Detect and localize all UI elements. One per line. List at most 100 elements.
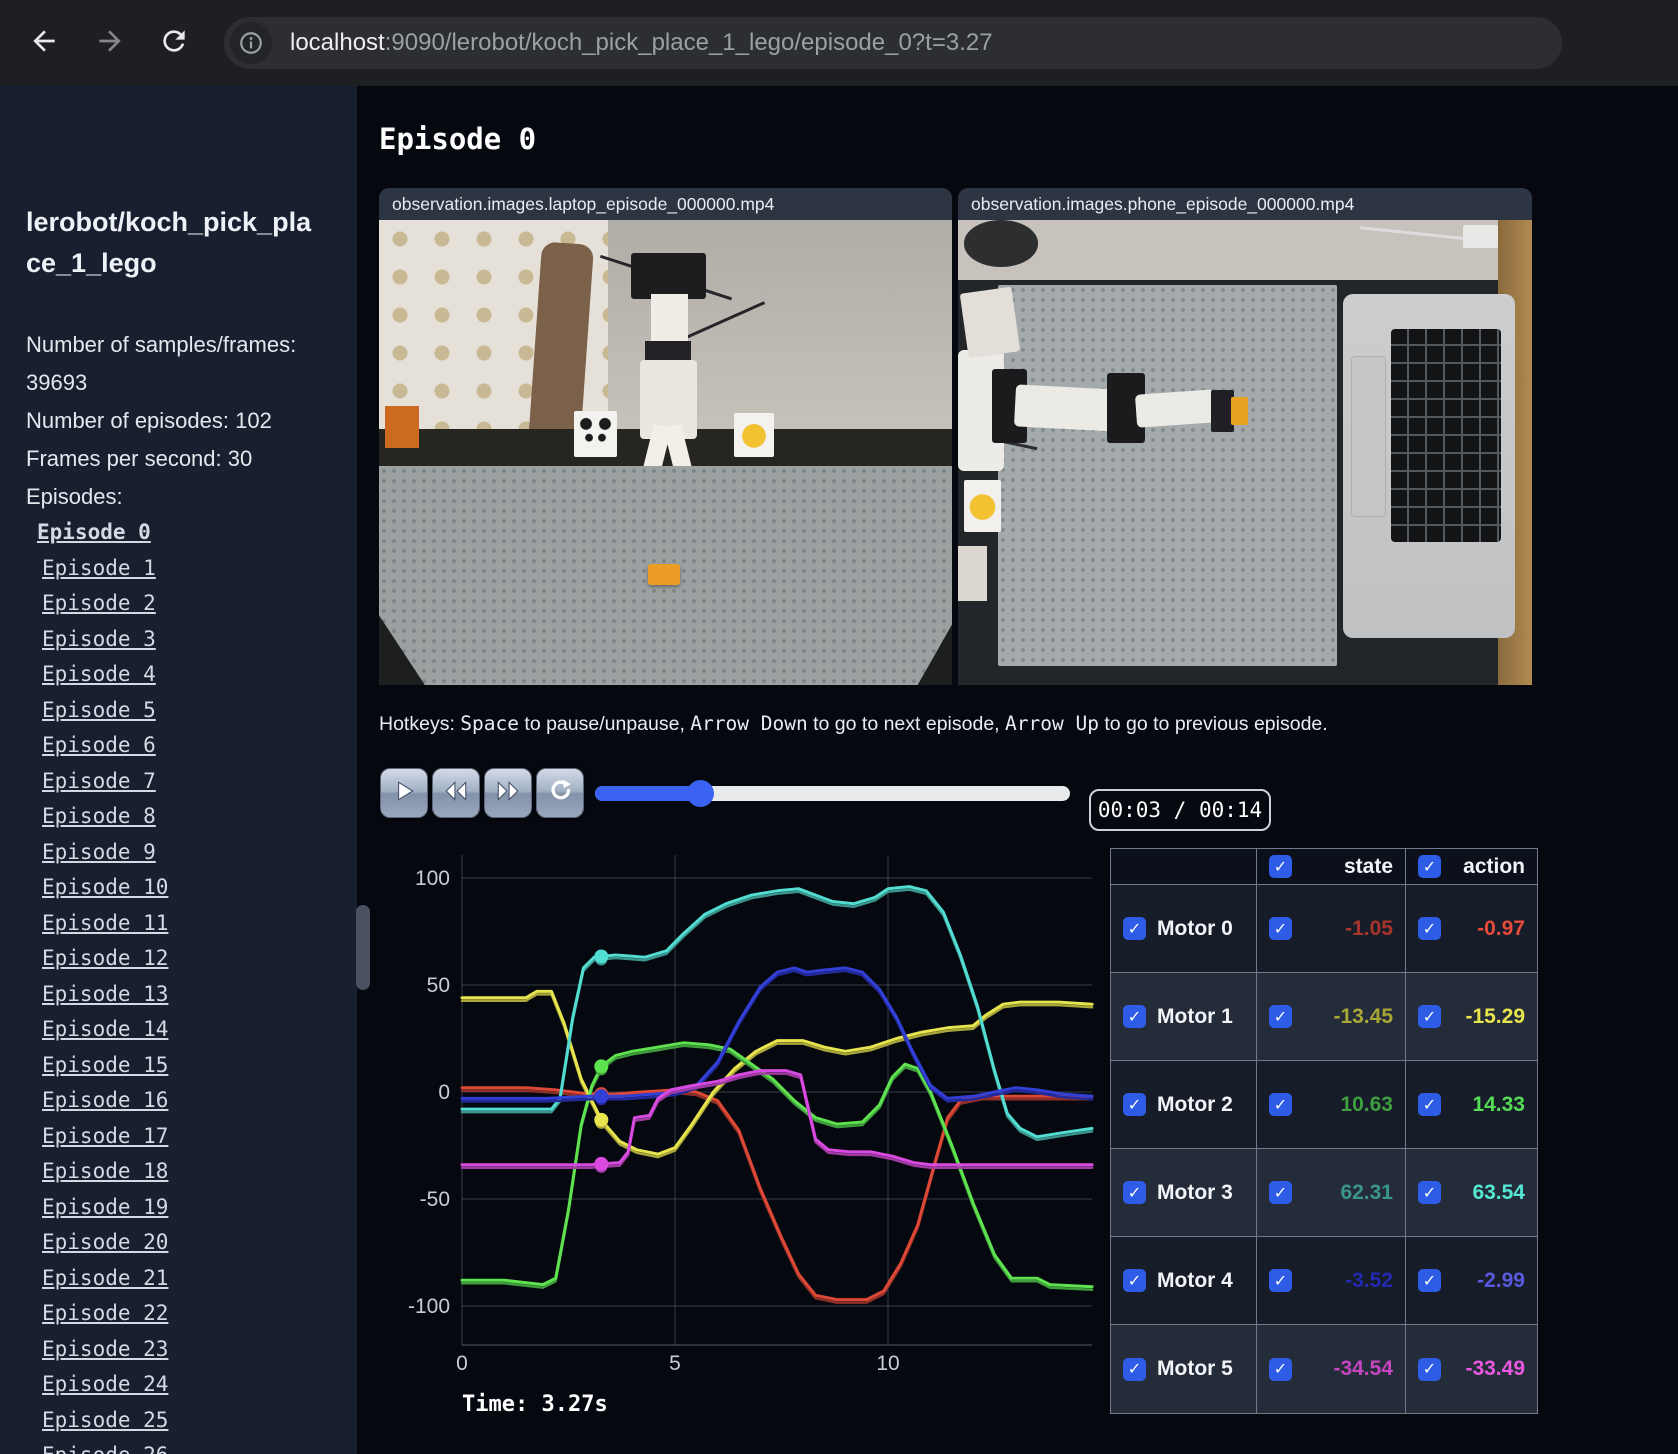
- scene-charger: [1463, 224, 1498, 248]
- state-column-label: state: [1343, 854, 1393, 878]
- motor-1-state-checkbox[interactable]: ✓: [1269, 1005, 1292, 1028]
- forward-button[interactable]: [92, 25, 128, 61]
- slider-thumb[interactable]: [686, 780, 714, 807]
- motor-action-value: -15.29: [1465, 1004, 1525, 1028]
- seek-slider[interactable]: [595, 780, 1070, 807]
- scene-white-box: [959, 286, 1020, 359]
- action-column-checkbox[interactable]: ✓: [1418, 855, 1441, 878]
- play-button[interactable]: [380, 768, 428, 818]
- episode-link-14[interactable]: Episode 14: [42, 1012, 342, 1048]
- rewind-button[interactable]: [432, 768, 480, 818]
- hotkey-text: to pause/unpause,: [518, 713, 691, 735]
- fast-forward-button[interactable]: [484, 768, 532, 818]
- episode-link-24[interactable]: Episode 24: [42, 1367, 342, 1403]
- back-button[interactable]: [26, 25, 62, 61]
- video-player-laptop[interactable]: [379, 220, 952, 685]
- motor-5-action-checkbox[interactable]: ✓: [1418, 1357, 1441, 1381]
- svg-text:10: 10: [876, 1352, 899, 1375]
- motor-5-state-checkbox[interactable]: ✓: [1269, 1357, 1292, 1381]
- time-display: 00:03 / 00:14: [1089, 789, 1271, 831]
- motor-5-checkbox[interactable]: ✓: [1123, 1357, 1146, 1381]
- motor-label: Motor 0: [1157, 916, 1233, 940]
- episode-link-1[interactable]: Episode 1: [42, 551, 342, 587]
- episode-link-10[interactable]: Episode 10: [42, 870, 342, 906]
- episode-link-9[interactable]: Episode 9: [42, 835, 342, 871]
- header-empty-cell: [1111, 849, 1257, 885]
- scene-laptop: [1342, 294, 1515, 639]
- motor-label: Motor 5: [1157, 1357, 1233, 1380]
- motor-state-value: -1.05: [1345, 916, 1393, 940]
- motor-2-checkbox[interactable]: ✓: [1123, 1093, 1146, 1116]
- episode-link-17[interactable]: Episode 17: [42, 1119, 342, 1155]
- episode-link-3[interactable]: Episode 3: [42, 622, 342, 658]
- motor-action-cell: ✓ 14.33: [1406, 1061, 1537, 1149]
- episode-link-23[interactable]: Episode 23: [42, 1332, 342, 1368]
- state-column-checkbox[interactable]: ✓: [1269, 855, 1292, 878]
- motor-3-state-checkbox[interactable]: ✓: [1269, 1181, 1292, 1204]
- motor-label: Motor 4: [1157, 1268, 1233, 1292]
- hotkey-text: Hotkeys:: [379, 713, 461, 735]
- motor-label-cell: ✓ Motor 0: [1111, 885, 1257, 973]
- fast-forward-icon: [495, 778, 521, 809]
- episode-link-25[interactable]: Episode 25: [42, 1403, 342, 1439]
- motor-3-action-checkbox[interactable]: ✓: [1418, 1181, 1441, 1204]
- episode-link-16[interactable]: Episode 16: [42, 1083, 342, 1119]
- loop-icon: [547, 778, 573, 809]
- loop-button[interactable]: [536, 768, 584, 818]
- scene-panda-card: [573, 410, 617, 458]
- episode-link-7[interactable]: Episode 7: [42, 764, 342, 800]
- motor-4-checkbox[interactable]: ✓: [1123, 1269, 1146, 1292]
- motor-2-state-checkbox[interactable]: ✓: [1269, 1093, 1292, 1116]
- motor-1-checkbox[interactable]: ✓: [1123, 1005, 1146, 1028]
- scene-gripper-tip: [1230, 396, 1248, 425]
- table-header-row: ✓ state ✓ action: [1111, 849, 1537, 885]
- episode-link-8[interactable]: Episode 8: [42, 799, 342, 835]
- episode-link-21[interactable]: Episode 21: [42, 1261, 342, 1297]
- motor-2-action-checkbox[interactable]: ✓: [1418, 1093, 1441, 1116]
- scene-lego-baseplate: [998, 285, 1337, 667]
- info-icon[interactable]: [230, 22, 272, 64]
- video-card-phone: observation.images.phone_episode_000000.…: [958, 188, 1532, 685]
- url-text: localhost:9090/lerobot/koch_pick_place_1…: [290, 17, 993, 69]
- episode-link-6[interactable]: Episode 6: [42, 728, 342, 764]
- motor-state-cell: ✓ 10.63: [1257, 1061, 1406, 1149]
- episode-link-4[interactable]: Episode 4: [42, 657, 342, 693]
- video-title-laptop: observation.images.laptop_episode_000000…: [379, 188, 952, 220]
- reload-icon: [158, 25, 190, 62]
- episode-link-20[interactable]: Episode 20: [42, 1225, 342, 1261]
- motor-4-state-checkbox[interactable]: ✓: [1269, 1269, 1292, 1292]
- motor-row-5: ✓ Motor 5 ✓ -34.54 ✓ -33.49: [1111, 1325, 1537, 1413]
- url-bar[interactable]: localhost:9090/lerobot/koch_pick_place_1…: [224, 17, 1562, 69]
- episode-link-13[interactable]: Episode 13: [42, 977, 342, 1013]
- scene-wall: [958, 220, 1532, 281]
- page-title: Episode 0: [379, 122, 537, 156]
- episode-link-0[interactable]: Episode 0: [37, 515, 342, 551]
- sidebar: lerobot/koch_pick_place_1_lego Number of…: [0, 86, 357, 1454]
- motor-label: Motor 2: [1157, 1092, 1233, 1116]
- episode-link-22[interactable]: Episode 22: [42, 1296, 342, 1332]
- scrollbar-thumb[interactable]: [356, 905, 370, 990]
- motor-1-action-checkbox[interactable]: ✓: [1418, 1005, 1441, 1028]
- motor-0-state-checkbox[interactable]: ✓: [1269, 917, 1292, 940]
- episodes-label: Episodes:: [26, 484, 123, 509]
- motor-label: Motor 1: [1157, 1004, 1233, 1028]
- motor-0-action-checkbox[interactable]: ✓: [1418, 917, 1441, 940]
- reload-button[interactable]: [156, 25, 192, 61]
- episode-link-11[interactable]: Episode 11: [42, 906, 342, 942]
- video-player-phone[interactable]: [958, 220, 1532, 685]
- motor-0-checkbox[interactable]: ✓: [1123, 917, 1146, 940]
- episode-link-26[interactable]: Episode 26: [42, 1438, 342, 1454]
- hotkey-key: Arrow Up: [1005, 712, 1099, 735]
- motor-state-value: -3.52: [1345, 1268, 1393, 1292]
- episode-link-12[interactable]: Episode 12: [42, 941, 342, 977]
- episode-link-5[interactable]: Episode 5: [42, 693, 342, 729]
- motor-3-checkbox[interactable]: ✓: [1123, 1181, 1146, 1204]
- chart-svg: 100 50 0 -50 -100 0 5 10: [408, 855, 1094, 1375]
- play-icon: [391, 778, 417, 809]
- episode-link-2[interactable]: Episode 2: [42, 586, 342, 622]
- motor-row-2: ✓ Motor 2 ✓ 10.63 ✓ 14.33: [1111, 1061, 1537, 1149]
- motor-4-action-checkbox[interactable]: ✓: [1418, 1269, 1441, 1292]
- episode-link-18[interactable]: Episode 18: [42, 1154, 342, 1190]
- episode-link-19[interactable]: Episode 19: [42, 1190, 342, 1226]
- episode-link-15[interactable]: Episode 15: [42, 1048, 342, 1084]
